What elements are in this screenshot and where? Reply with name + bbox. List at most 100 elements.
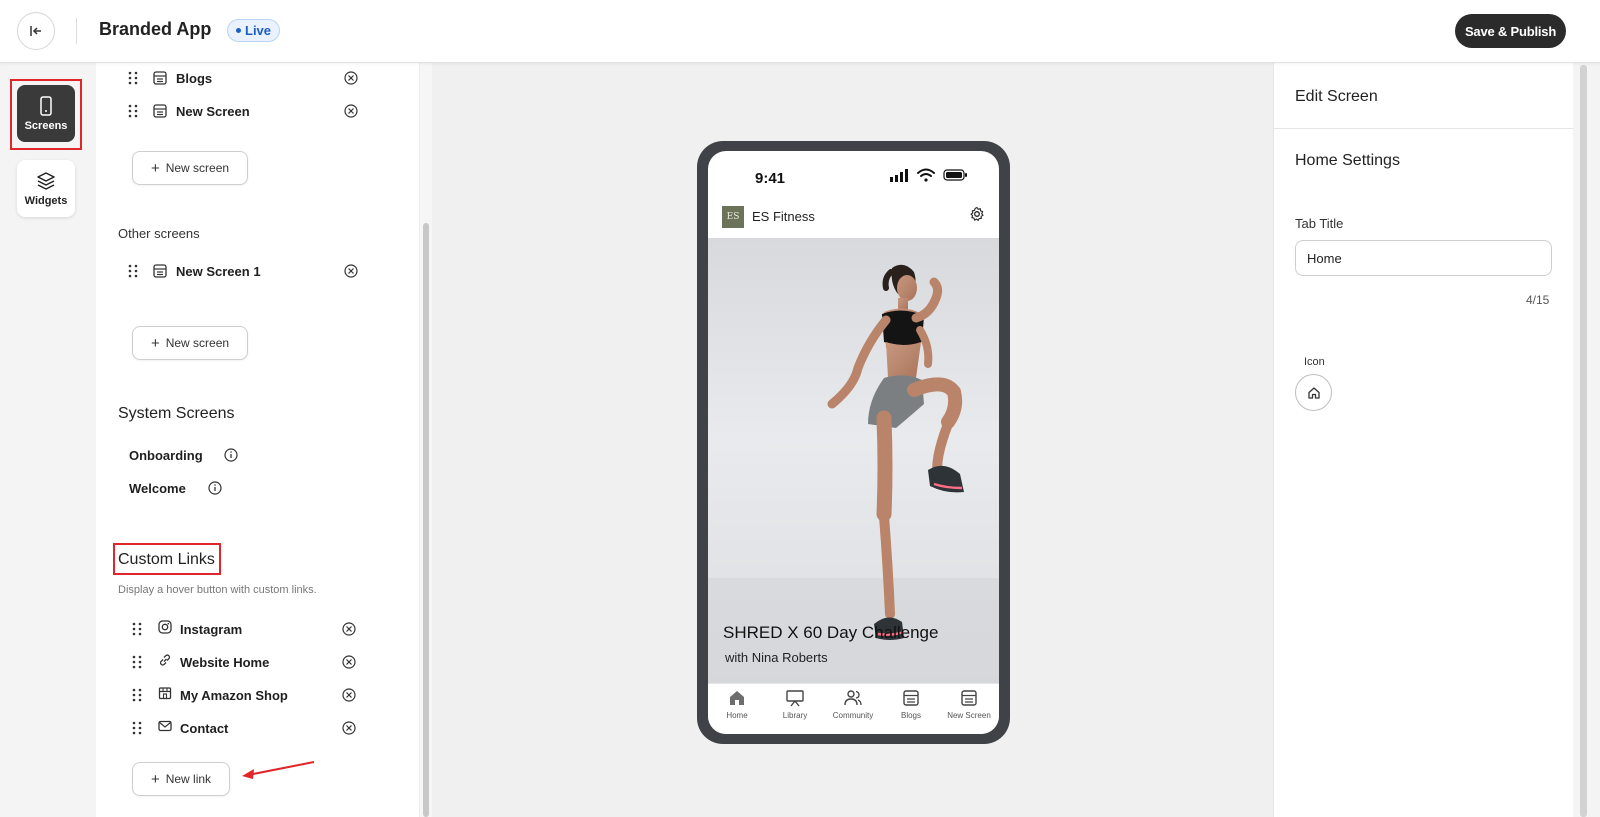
hero-image[interactable]: [708, 238, 999, 683]
phone-tab-label: Blogs: [900, 711, 921, 720]
document-icon: [961, 690, 977, 706]
battery-icon: [943, 169, 967, 181]
screen-item-label[interactable]: Blogs: [176, 71, 212, 86]
phone-tab-home[interactable]: Home: [708, 688, 766, 720]
remove-icon[interactable]: [344, 71, 358, 85]
plus-icon: +: [150, 334, 160, 352]
screen-item-label[interactable]: New Screen: [176, 104, 250, 119]
left-rail: Screens Widgets: [0, 63, 96, 817]
drag-handle-icon[interactable]: [132, 622, 142, 636]
status-badge: Live: [227, 19, 281, 42]
custom-link-label[interactable]: Website Home: [180, 655, 269, 670]
drag-handle-icon[interactable]: [128, 264, 138, 278]
custom-links-heading: Custom Links: [118, 551, 215, 568]
presentation-icon: [786, 690, 804, 707]
status-badge-label: Live: [245, 23, 272, 38]
custom-link-label[interactable]: Instagram: [180, 622, 242, 637]
edit-scrollbar-thumb[interactable]: [1580, 65, 1587, 817]
new-screen-label: New screen: [165, 161, 230, 175]
phone-tab-blogs[interactable]: Blogs: [882, 688, 940, 720]
home-icon: [730, 691, 744, 705]
drag-handle-icon[interactable]: [132, 655, 142, 669]
live-dot-icon: [236, 28, 241, 33]
new-screen-button[interactable]: + New screen: [132, 151, 248, 185]
document-icon: [903, 690, 919, 706]
phone-tab-new-screen[interactable]: New Screen: [940, 688, 998, 720]
screen-item-label[interactable]: New Screen 1: [176, 264, 261, 279]
system-screen-label[interactable]: Onboarding: [129, 448, 203, 463]
system-screens-heading: System Screens: [118, 405, 235, 422]
phone-tab-label: Home: [726, 711, 748, 720]
drag-handle-icon[interactable]: [132, 688, 142, 702]
info-icon[interactable]: [224, 448, 238, 462]
rail-screens-button[interactable]: Screens: [17, 85, 75, 142]
rail-widgets-button[interactable]: Widgets: [17, 160, 75, 217]
athlete-figure: [708, 264, 999, 683]
phone-tab-label: Community: [832, 711, 874, 720]
collapse-left-icon: [30, 26, 41, 36]
layers-icon: [37, 171, 55, 190]
new-screen-button[interactable]: + New screen: [132, 326, 248, 360]
link-icon: [160, 654, 170, 666]
custom-links-helper: Display a hover button with custom links…: [118, 584, 317, 596]
system-screen-label[interactable]: Welcome: [129, 481, 186, 496]
mail-icon: [158, 720, 172, 732]
phone-tab-community[interactable]: Community: [824, 688, 882, 720]
remove-icon[interactable]: [342, 655, 356, 669]
status-time: 9:41: [755, 170, 786, 187]
char-count: 4/15: [1526, 293, 1550, 307]
drag-handle-icon[interactable]: [132, 721, 142, 735]
other-screens-heading: Other screens: [118, 226, 200, 241]
edit-screen-title: Edit Screen: [1295, 88, 1378, 105]
rail-widgets-label: Widgets: [24, 194, 68, 207]
instagram-icon: [158, 620, 172, 634]
phone-icon: [40, 95, 52, 116]
hero-title: SHRED X 60 Day Challenge: [723, 623, 939, 642]
wifi-icon: [917, 168, 935, 182]
icon-label: Icon: [1304, 356, 1325, 368]
document-icon: [153, 264, 167, 278]
phone-tab-label: Library: [782, 711, 808, 720]
info-icon[interactable]: [208, 481, 222, 495]
edit-divider: [1273, 128, 1573, 129]
phone-tab-library[interactable]: Library: [766, 688, 824, 720]
remove-icon[interactable]: [344, 104, 358, 118]
rail-screens-label: Screens: [24, 119, 68, 132]
hero-subtitle: with Nina Roberts: [725, 650, 828, 665]
remove-icon[interactable]: [344, 264, 358, 278]
users-icon: [844, 690, 862, 706]
save-publish-button[interactable]: Save & Publish: [1455, 14, 1566, 48]
remove-icon[interactable]: [342, 721, 356, 735]
plus-icon: +: [150, 159, 160, 177]
edit-panel: [1273, 63, 1573, 817]
drag-handle-icon[interactable]: [128, 71, 138, 85]
new-screen-label: New screen: [165, 336, 230, 350]
icon-picker-button[interactable]: [1295, 374, 1332, 411]
annotation-arrow: [242, 761, 315, 779]
new-link-button[interactable]: + New link: [132, 762, 230, 796]
gear-icon[interactable]: [969, 206, 985, 222]
signal-icon: [890, 169, 908, 182]
document-icon: [153, 104, 167, 118]
page-title: Branded App: [99, 19, 212, 39]
custom-link-label[interactable]: My Amazon Shop: [180, 688, 288, 703]
document-icon: [153, 71, 167, 85]
tab-title-input[interactable]: [1295, 240, 1552, 276]
home-settings-heading: Home Settings: [1295, 152, 1400, 169]
custom-link-label[interactable]: Contact: [180, 721, 228, 736]
app-logo: ES: [722, 206, 744, 228]
panel-scrollbar-thumb[interactable]: [423, 223, 429, 817]
app-name: ES Fitness: [752, 209, 815, 224]
remove-icon[interactable]: [342, 688, 356, 702]
home-icon: [1307, 386, 1320, 399]
phone-screen: 9:41 ES ES Fitness SHRED X 60 Day Challe…: [708, 151, 999, 734]
remove-icon[interactable]: [342, 622, 356, 636]
drag-handle-icon[interactable]: [128, 104, 138, 118]
new-link-label: New link: [165, 772, 212, 786]
shop-icon: [158, 687, 172, 700]
phone-tab-label: New Screen: [947, 711, 991, 720]
tab-title-label: Tab Title: [1295, 216, 1344, 231]
back-button[interactable]: [17, 12, 55, 50]
top-bar: Branded App Live Save & Publish: [0, 0, 1600, 63]
plus-icon: +: [150, 770, 160, 788]
